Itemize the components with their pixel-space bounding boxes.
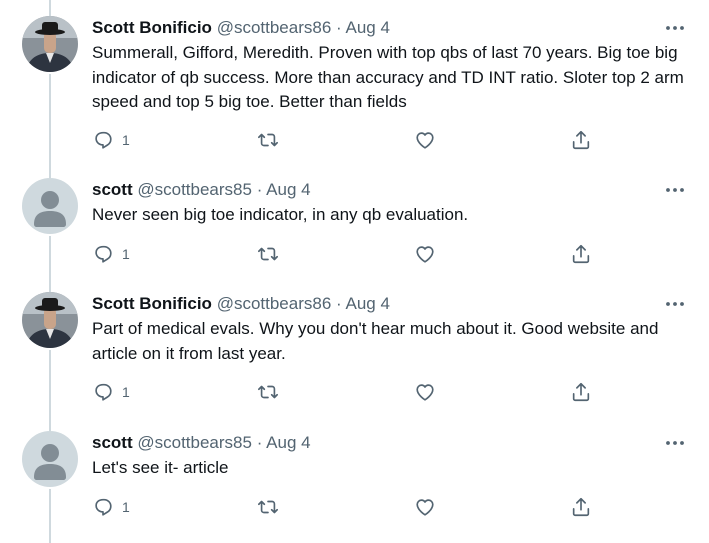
- conversation-thread: Scott Bonificio @scottbears86 · Aug 4 Su…: [0, 0, 709, 543]
- tweet-header: scott @scottbears85 · Aug 4: [92, 178, 311, 202]
- tweet[interactable]: Scott Bonificio @scottbears86 · Aug 4 Su…: [0, 16, 709, 161]
- default-avatar-icon: [22, 431, 78, 487]
- photo-avatar-icon: [22, 292, 78, 348]
- timestamp[interactable]: Aug 4: [345, 18, 389, 37]
- username[interactable]: @scottbears85: [137, 433, 252, 452]
- default-avatar-icon: [22, 178, 78, 234]
- heart-icon: [416, 499, 434, 516]
- tweet-actions: 1: [92, 128, 612, 152]
- timestamp[interactable]: Aug 4: [345, 294, 389, 313]
- share-icon: [572, 497, 590, 517]
- more-button[interactable]: [663, 292, 687, 316]
- display-name[interactable]: scott: [92, 180, 133, 199]
- reply-count: 1: [122, 246, 130, 262]
- tweet[interactable]: scott @scottbears85 · Aug 4 Let's see it…: [0, 431, 709, 527]
- share-button[interactable]: [570, 128, 592, 152]
- tweet[interactable]: scott @scottbears85 · Aug 4 Never seen b…: [0, 178, 709, 274]
- retweet-icon: [258, 247, 278, 261]
- like-button[interactable]: [414, 495, 436, 519]
- share-button[interactable]: [570, 242, 592, 266]
- tweet-actions: 1: [92, 495, 612, 519]
- timestamp[interactable]: Aug 4: [266, 433, 310, 452]
- like-button[interactable]: [414, 242, 436, 266]
- retweet-button[interactable]: [257, 495, 279, 519]
- tweet-actions: 1: [92, 242, 612, 266]
- reply-count: 1: [122, 384, 130, 400]
- tweet-header: Scott Bonificio @scottbears86 · Aug 4: [92, 292, 390, 316]
- tweet-text: Summerall, Gifford, Meredith. Proven wit…: [92, 43, 684, 111]
- reply-icon: [95, 383, 112, 401]
- heart-icon: [416, 384, 434, 401]
- tweet-header: Scott Bonificio @scottbears86 · Aug 4: [92, 16, 390, 40]
- reply-icon: [95, 245, 112, 263]
- retweet-icon: [258, 385, 278, 399]
- more-horizontal-icon: [666, 188, 684, 192]
- retweet-button[interactable]: [257, 128, 279, 152]
- share-button[interactable]: [570, 495, 592, 519]
- separator: ·: [256, 433, 263, 452]
- avatar[interactable]: [22, 178, 78, 234]
- tweet[interactable]: Scott Bonificio @scottbears86 · Aug 4 Pa…: [0, 292, 709, 412]
- timestamp[interactable]: Aug 4: [266, 180, 310, 199]
- thread-line: [49, 0, 51, 16]
- retweet-icon: [258, 133, 278, 147]
- display-name[interactable]: Scott Bonificio: [92, 18, 212, 37]
- reply-count: 1: [122, 499, 130, 515]
- share-icon: [572, 244, 590, 264]
- more-button[interactable]: [663, 178, 687, 202]
- separator: ·: [336, 18, 342, 37]
- share-icon: [572, 130, 590, 150]
- avatar[interactable]: [22, 292, 78, 348]
- reply-button[interactable]: 1: [92, 495, 130, 519]
- tweet-text: Part of medical evals. Why you don't hea…: [92, 319, 659, 363]
- tweet-header: scott @scottbears85 · Aug 4: [92, 431, 311, 455]
- heart-icon: [416, 246, 434, 263]
- separator: ·: [336, 294, 342, 313]
- share-icon: [572, 382, 590, 402]
- like-button[interactable]: [414, 380, 436, 404]
- photo-avatar-icon: [22, 16, 78, 72]
- reply-button[interactable]: 1: [92, 128, 130, 152]
- tweet-text: Let's see it- article: [92, 458, 229, 477]
- more-horizontal-icon: [666, 441, 684, 445]
- share-button[interactable]: [570, 380, 592, 404]
- display-name[interactable]: Scott Bonificio: [92, 294, 212, 313]
- avatar[interactable]: [22, 431, 78, 487]
- retweet-button[interactable]: [257, 380, 279, 404]
- username[interactable]: @scottbears85: [137, 180, 252, 199]
- more-horizontal-icon: [666, 26, 684, 30]
- username[interactable]: @scottbears86: [217, 294, 332, 313]
- like-button[interactable]: [414, 128, 436, 152]
- reply-button[interactable]: 1: [92, 242, 130, 266]
- retweet-icon: [258, 500, 278, 514]
- more-button[interactable]: [663, 431, 687, 455]
- heart-icon: [416, 132, 434, 149]
- reply-button[interactable]: 1: [92, 380, 130, 404]
- retweet-button[interactable]: [257, 242, 279, 266]
- tweet-text: Never seen big toe indicator, in any qb …: [92, 205, 469, 224]
- avatar[interactable]: [22, 16, 78, 72]
- reply-icon: [95, 498, 112, 516]
- reply-icon: [95, 131, 112, 149]
- reply-count: 1: [122, 132, 130, 148]
- more-button[interactable]: [663, 16, 687, 40]
- separator: ·: [256, 180, 263, 199]
- more-horizontal-icon: [666, 302, 684, 306]
- display-name[interactable]: scott: [92, 433, 133, 452]
- username[interactable]: @scottbears86: [217, 18, 332, 37]
- tweet-actions: 1: [92, 380, 612, 404]
